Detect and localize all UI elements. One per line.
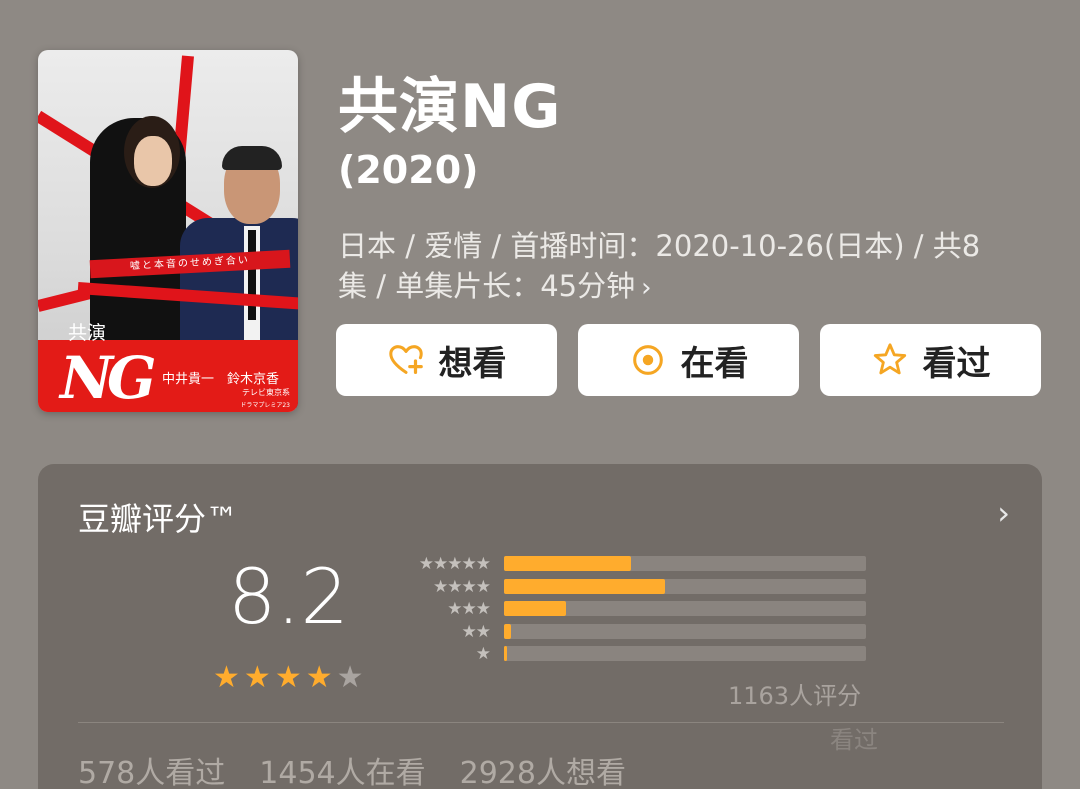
distribution-stars-icon: ★★★ (447, 599, 491, 619)
divider (78, 722, 1004, 723)
rating-count: 1163人评分 (728, 682, 862, 710)
watched-label: 看过 (922, 343, 991, 384)
poster-network: テレビ東京系 (242, 388, 290, 397)
poster-title-logo: NG (60, 344, 157, 412)
distribution-stars-icon: ★★ (461, 621, 492, 642)
want-to-watch-button[interactable]: 想看 (336, 324, 557, 396)
distribution-bar-fill (504, 578, 666, 594)
poster-figure-man-hair (222, 146, 282, 170)
star-empty-icon: ★ (336, 660, 364, 695)
distribution-bar-track (504, 578, 866, 594)
distribution-row: ★ (400, 644, 870, 667)
watching-label: 在看 (680, 343, 749, 384)
distribution-bar-track (504, 623, 866, 639)
distribution-stars-icon: ★★★★★ (418, 554, 491, 574)
distribution-stars-icon: ★★★★ (433, 576, 491, 597)
poster-slot: ドラマプレミア23 (240, 402, 290, 409)
want-to-watch-label: 想看 (438, 343, 507, 384)
target-icon (632, 345, 663, 375)
distribution-row: ★★★ (400, 599, 870, 622)
audience-counts: 578人看过 1454人在看 2928人想看 (78, 748, 626, 789)
distribution-row: ★★★★ (400, 577, 870, 600)
distribution-bar-fill (504, 646, 507, 661)
distribution-row: ★★★★★ (400, 554, 870, 577)
watching-count[interactable]: 1454人在看 (259, 748, 425, 789)
want-count[interactable]: 2928人想看 (460, 748, 626, 789)
rating-score: 8.2 (228, 552, 349, 641)
movie-meta-line2-text: 集 / 单集片长：45分钟 (338, 269, 636, 303)
movie-meta-line2: 集 / 单集片长：45分钟 › (338, 266, 1038, 308)
distribution-bar-track (504, 646, 866, 661)
heart-plus-icon (388, 345, 423, 374)
poster-figure-woman-face (134, 136, 172, 186)
watched-count[interactable]: 578人看过 (78, 748, 225, 789)
star-filled-icon: ★ (243, 660, 271, 695)
star-filled-icon: ★ (213, 660, 240, 695)
distribution-stars-icon: ★ (475, 644, 491, 664)
rating-stars: ★ ★ ★ ★ ★ (213, 662, 364, 694)
distribution-bar-track (504, 556, 866, 571)
chevron-right-icon[interactable]: › (997, 494, 1010, 532)
star-icon (873, 343, 906, 375)
movie-year: (2020) (338, 148, 479, 192)
movie-meta-line1: 日本 / 爱情 / 首播时间：2020-10-26(日本) / 共8 (338, 229, 981, 263)
poster-title-small: 共演 (68, 322, 107, 344)
star-filled-icon: ★ (274, 660, 302, 695)
rating-ghost-text: 看过 (830, 726, 878, 754)
distribution-bar-track (504, 601, 866, 616)
poster-image[interactable]: 嘘と本音のせめぎ合い 共演 NG 中井貴一 鈴木京香 テレビ東京系 ドラマプレミ… (38, 50, 298, 412)
distribution-row: ★★ (400, 622, 870, 645)
rating-distribution: ★★★★★ ★★★★ ★★★ ★★ ★ (400, 554, 870, 667)
watching-button[interactable]: 在看 (578, 324, 799, 396)
poster-cast: 中井貴一 鈴木京香 (162, 372, 280, 387)
movie-title: 共演NG (338, 72, 562, 142)
rating-card[interactable]: 豆瓣评分™ › 8.2 ★ ★ ★ ★ ★ ★★★★★ ★★★★ ★★★ ★★ ★ 1163人评… (38, 464, 1042, 789)
watched-button[interactable]: 看过 (820, 324, 1041, 396)
movie-meta[interactable]: 日本 / 爱情 / 首播时间：2020-10-26(日本) / 共8 集 / 单… (338, 226, 1038, 308)
distribution-bar-fill (504, 623, 512, 639)
chevron-right-icon: › (641, 273, 652, 303)
poster-figure-tie (248, 230, 256, 320)
distribution-bar-fill (504, 556, 631, 571)
star-filled-icon: ★ (305, 660, 333, 695)
distribution-bar-fill (504, 601, 566, 616)
rating-title: 豆瓣评分™ (78, 500, 239, 538)
